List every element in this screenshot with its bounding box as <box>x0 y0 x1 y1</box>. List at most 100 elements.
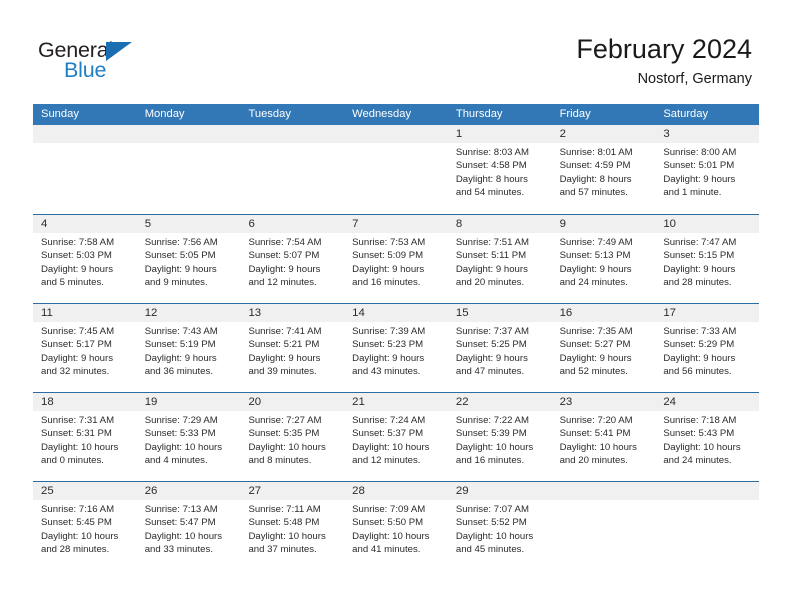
day-cell[interactable]: Sunrise: 7:53 AM Sunset: 5:09 PM Daylight:… <box>344 233 448 302</box>
day-detail-line: Sunset: 5:43 PM <box>663 428 735 440</box>
day-cell[interactable]: Sunrise: 7:27 AM Sunset: 5:35 PM Daylight:… <box>240 411 344 480</box>
day-detail-line: and 32 minutes. <box>41 366 110 378</box>
day-cell[interactable]: Sunrise: 7:11 AM Sunset: 5:48 PM Daylight:… <box>240 500 344 569</box>
day-cell[interactable]: Sunrise: 8:00 AM Sunset: 5:01 PM Daylight:… <box>655 143 759 212</box>
day-number[interactable]: 15 <box>448 304 552 322</box>
day-detail-line: Daylight: 10 hours <box>248 441 326 453</box>
day-cell[interactable]: Sunrise: 7:35 AM Sunset: 5:27 PM Daylight:… <box>552 322 656 391</box>
day-detail-line: Sunset: 5:35 PM <box>248 428 320 440</box>
day-detail-line: Daylight: 9 hours <box>559 263 632 275</box>
day-number[interactable]: 25 <box>33 482 137 500</box>
day-detail-line: and 28 minutes. <box>663 277 732 289</box>
day-cell[interactable]: Sunrise: 7:07 AM Sunset: 5:52 PM Daylight:… <box>448 500 552 569</box>
day-cell[interactable]: Sunrise: 7:39 AM Sunset: 5:23 PM Daylight:… <box>344 322 448 391</box>
day-cell[interactable]: Sunrise: 7:58 AM Sunset: 5:03 PM Daylight:… <box>33 233 137 302</box>
day-cell[interactable]: Sunrise: 7:31 AM Sunset: 5:31 PM Daylight:… <box>33 411 137 480</box>
day-detail-line: and 1 minute. <box>663 187 722 199</box>
day-cell[interactable]: Sunrise: 7:47 AM Sunset: 5:15 PM Daylight:… <box>655 233 759 302</box>
day-number[interactable]: 4 <box>33 215 137 233</box>
day-detail-line: Daylight: 9 hours <box>248 352 321 364</box>
weekday-header-saturday: Saturday <box>663 108 709 120</box>
day-detail-line: Daylight: 9 hours <box>41 352 113 364</box>
day-cell-empty <box>240 143 344 212</box>
day-cell[interactable]: Sunrise: 7:24 AM Sunset: 5:37 PM Daylight:… <box>344 411 448 480</box>
day-number[interactable]: 5 <box>137 215 241 233</box>
day-cell-empty <box>137 143 241 212</box>
day-detail-line: Sunset: 5:07 PM <box>248 250 320 262</box>
day-detail-line: Sunset: 5:17 PM <box>41 339 112 351</box>
day-detail-line: and 5 minutes. <box>41 277 104 289</box>
day-number[interactable]: 1 <box>448 125 552 143</box>
day-cell[interactable]: Sunrise: 7:56 AM Sunset: 5:05 PM Daylight:… <box>137 233 241 302</box>
day-number[interactable]: 9 <box>552 215 656 233</box>
day-detail-line: Sunrise: 7:54 AM <box>248 237 322 248</box>
day-detail-line: and 54 minutes. <box>455 187 525 199</box>
day-cell[interactable]: Sunrise: 7:33 AM Sunset: 5:29 PM Daylight:… <box>655 322 759 391</box>
calendar-weeks: 1 2 3 Sunrise: 8:03 AM Sunset: 4:58 PM Daylig… <box>33 125 759 570</box>
day-number[interactable]: 17 <box>655 304 759 322</box>
day-number[interactable]: 3 <box>655 125 759 143</box>
day-cell[interactable]: Sunrise: 7:54 AM Sunset: 5:07 PM Daylight:… <box>240 233 344 302</box>
day-number[interactable]: 20 <box>240 393 344 411</box>
day-detail-line: Daylight: 9 hours <box>41 263 113 275</box>
day-detail-line: Sunset: 4:59 PM <box>559 160 631 172</box>
day-number[interactable]: 27 <box>240 482 344 500</box>
day-cell[interactable]: Sunrise: 7:37 AM Sunset: 5:25 PM Daylight:… <box>448 322 552 391</box>
day-detail-line: Sunrise: 7:07 AM <box>455 504 529 515</box>
day-number-empty <box>552 482 656 500</box>
day-detail-line: Sunrise: 7:37 AM <box>455 326 529 337</box>
day-number[interactable]: 18 <box>33 393 137 411</box>
day-detail-line: Daylight: 10 hours <box>144 530 223 542</box>
day-number[interactable]: 8 <box>448 215 552 233</box>
day-cell[interactable]: Sunrise: 7:45 AM Sunset: 5:17 PM Daylight:… <box>33 322 137 391</box>
day-cell[interactable]: Sunrise: 8:03 AM Sunset: 4:58 PM Daylight:… <box>448 143 552 212</box>
day-detail-line: Daylight: 9 hours <box>144 352 217 364</box>
day-cell[interactable]: Sunrise: 7:22 AM Sunset: 5:39 PM Daylight:… <box>448 411 552 480</box>
day-number[interactable]: 7 <box>344 215 448 233</box>
day-cell[interactable]: Sunrise: 7:20 AM Sunset: 5:41 PM Daylight:… <box>552 411 656 480</box>
day-number[interactable]: 16 <box>552 304 656 322</box>
day-detail-line: Sunset: 5:23 PM <box>352 339 424 351</box>
day-number[interactable]: 12 <box>137 304 241 322</box>
day-cell[interactable]: Sunrise: 7:51 AM Sunset: 5:11 PM Daylight:… <box>448 233 552 302</box>
day-number[interactable]: 29 <box>448 482 552 500</box>
day-number[interactable]: 21 <box>344 393 448 411</box>
day-cell[interactable]: Sunrise: 7:09 AM Sunset: 5:50 PM Daylight:… <box>344 500 448 569</box>
day-number[interactable]: 13 <box>240 304 344 322</box>
day-cell[interactable]: Sunrise: 7:41 AM Sunset: 5:21 PM Daylight:… <box>240 322 344 391</box>
weekday-header-row: Sunday Monday Tuesday Wednesday Thursday Frid… <box>33 104 759 125</box>
day-detail-line: Daylight: 9 hours <box>352 352 425 364</box>
day-number[interactable]: 2 <box>552 125 656 143</box>
day-detail-line: Daylight: 9 hours <box>144 263 217 275</box>
day-detail-line: Sunset: 5:41 PM <box>559 428 631 440</box>
day-detail-line: Sunrise: 7:43 AM <box>144 326 218 337</box>
day-number-empty <box>655 482 759 500</box>
day-detail-line: and 41 minutes. <box>352 544 421 556</box>
day-number[interactable]: 10 <box>655 215 759 233</box>
day-number[interactable]: 6 <box>240 215 344 233</box>
day-number[interactable]: 14 <box>344 304 448 322</box>
day-number[interactable]: 28 <box>344 482 448 500</box>
day-number[interactable]: 19 <box>137 393 241 411</box>
day-detail-line: Sunrise: 7:39 AM <box>352 326 426 337</box>
page-header: General Blue February 2024 Nostorf, Germ… <box>0 0 792 100</box>
day-cell[interactable]: Sunrise: 7:29 AM Sunset: 5:33 PM Daylight:… <box>137 411 241 480</box>
day-number[interactable]: 26 <box>137 482 241 500</box>
day-cell[interactable]: Sunrise: 7:43 AM Sunset: 5:19 PM Daylight:… <box>137 322 241 391</box>
day-number[interactable]: 23 <box>552 393 656 411</box>
day-cell[interactable]: Sunrise: 7:49 AM Sunset: 5:13 PM Daylight:… <box>552 233 656 302</box>
day-detail-line: Daylight: 9 hours <box>663 352 736 364</box>
day-detail-line: Daylight: 10 hours <box>352 530 430 542</box>
day-cell[interactable]: Sunrise: 7:13 AM Sunset: 5:47 PM Daylight:… <box>137 500 241 569</box>
day-cell[interactable]: Sunrise: 8:01 AM Sunset: 4:59 PM Daylight:… <box>552 143 656 212</box>
day-detail-band: Sunrise: 7:16 AM Sunset: 5:45 PM Daylight:… <box>33 500 759 569</box>
day-detail-line: and 39 minutes. <box>248 366 317 378</box>
day-number[interactable]: 24 <box>655 393 759 411</box>
day-detail-line: Sunset: 5:29 PM <box>663 339 735 351</box>
day-cell[interactable]: Sunrise: 7:16 AM Sunset: 5:45 PM Daylight:… <box>33 500 137 569</box>
day-cell[interactable]: Sunrise: 7:18 AM Sunset: 5:43 PM Daylight:… <box>655 411 759 480</box>
day-detail-line: Sunrise: 7:51 AM <box>455 237 529 248</box>
day-detail-line: and 33 minutes. <box>144 544 213 556</box>
day-number[interactable]: 22 <box>448 393 552 411</box>
day-number[interactable]: 11 <box>33 304 137 322</box>
